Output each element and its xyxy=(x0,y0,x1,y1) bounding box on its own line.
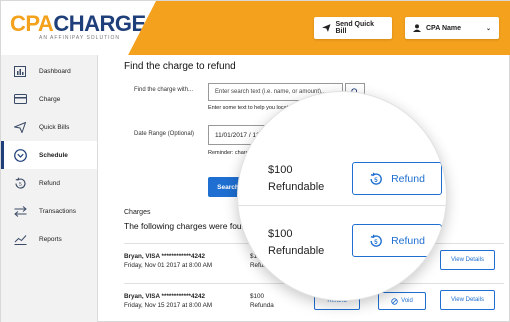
void-button[interactable]: Void xyxy=(378,292,426,310)
logo-tagline: AN AFFINIPAY SOLUTION xyxy=(39,35,121,41)
charge-amount: $100 xyxy=(250,293,265,300)
sidebar-item-label: Quick Bills xyxy=(39,123,70,131)
svg-text:5: 5 xyxy=(374,240,378,246)
zoom-status: Refundable xyxy=(268,180,325,193)
chart-icon xyxy=(12,232,28,246)
sidebar-item-label: Schedule xyxy=(39,151,68,159)
sidebar-item-schedule[interactable]: Schedule xyxy=(1,141,97,169)
charge-date: Friday, Nov 15 2017 at 8:00 AM xyxy=(124,302,213,310)
sidebar-item-quick-bills[interactable]: Quick Bills xyxy=(1,113,97,141)
paper-plane-icon xyxy=(322,24,331,32)
view-details-button[interactable]: View Details xyxy=(440,250,495,270)
sidebar-item-label: Reports xyxy=(39,235,62,243)
chevron-down-icon: ⌄ xyxy=(485,25,491,32)
sidebar-item-label: Dashboard xyxy=(39,67,71,75)
user-name: CPA Name xyxy=(426,24,462,32)
user-menu-button[interactable]: CPA Name ⌄ xyxy=(405,17,499,39)
send-quick-bill-button[interactable]: Send Quick Bill xyxy=(314,17,392,39)
logo-container[interactable]: CPACHARGE AN AFFINIPAY SOLUTION xyxy=(1,1,156,55)
send-icon xyxy=(12,120,28,134)
charge-amount-cell: $100 Refunda xyxy=(250,292,274,311)
zoom-magnifier: $100 Refundable 5 Refund $100 Refundable… xyxy=(237,91,447,301)
charge-date: Friday, Nov 01 2017 at 8:00 AM xyxy=(124,262,213,270)
charges-subheading: The following charges were found xyxy=(124,221,252,231)
send-quick-bill-label: Send Quick Bill xyxy=(335,21,375,35)
date-range-label: Date Range (Optional) xyxy=(134,131,195,137)
view-details-button[interactable]: View Details xyxy=(440,290,495,310)
zoom-amount: $100 xyxy=(268,228,293,240)
logo-charge: CHARGE xyxy=(53,11,146,36)
sidebar-item-label: Refund xyxy=(39,179,60,187)
card-icon xyxy=(12,92,28,106)
sidebar-item-transactions[interactable]: Transactions xyxy=(1,197,97,225)
charge-name: Bryan, VISA ************4242 xyxy=(124,253,205,260)
zoom-status: Refundable xyxy=(268,244,325,257)
dashboard-icon xyxy=(12,64,28,78)
zoom-refund-button[interactable]: 5 Refund xyxy=(352,224,442,257)
chevron-circle-icon xyxy=(12,148,28,162)
charges-heading: Charges xyxy=(124,209,151,216)
page-title: Find the charge to refund xyxy=(124,61,236,72)
refund-icon: 5 xyxy=(370,172,382,185)
sidebar-item-label: Charge xyxy=(39,95,61,103)
zoom-refund-label: Refund xyxy=(391,172,425,185)
refund-icon: 5 xyxy=(370,234,382,247)
sidebar-item-refund[interactable]: 5 Refund xyxy=(1,169,97,197)
zoom-amount-cell: $100 Refundable xyxy=(268,162,324,195)
sidebar-item-label: Transactions xyxy=(39,207,76,215)
sidebar-item-reports[interactable]: Reports xyxy=(1,225,97,253)
zoom-refund-label: Refund xyxy=(391,234,425,247)
zoom-amount: $100 xyxy=(268,164,293,176)
top-header: CPACHARGE AN AFFINIPAY SOLUTION Send Qui… xyxy=(1,1,510,55)
app-frame: CPACHARGE AN AFFINIPAY SOLUTION Send Qui… xyxy=(0,0,510,322)
sidebar-item-charge[interactable]: Charge xyxy=(1,85,97,113)
zoom-divider xyxy=(238,205,446,206)
user-icon xyxy=(413,24,421,32)
svg-text:5: 5 xyxy=(374,178,378,184)
zoom-amount-cell: $100 Refundable xyxy=(268,226,324,259)
sidebar-item-dashboard[interactable]: Dashboard xyxy=(1,57,97,85)
refund-icon: 5 xyxy=(12,176,28,190)
logo: CPACHARGE xyxy=(10,11,146,37)
void-button-label: Void xyxy=(401,298,413,304)
zoom-refund-button[interactable]: 5 Refund xyxy=(352,162,442,195)
svg-text:5: 5 xyxy=(19,182,22,188)
void-icon xyxy=(391,297,398,305)
charge-name: Bryan, VISA ************4242 xyxy=(124,293,205,300)
logo-cpa: CPA xyxy=(10,11,54,36)
charge-customer: Bryan, VISA ************4242 Friday, Nov… xyxy=(124,292,212,311)
charge-customer: Bryan, VISA ************4242 Friday, Nov… xyxy=(124,252,212,271)
sidebar: Dashboard Charge Quick Bills Schedule 5 … xyxy=(1,55,98,322)
transfer-icon xyxy=(12,204,28,218)
charge-status: Refunda xyxy=(250,302,274,310)
search-label: Find the charge with... xyxy=(134,87,194,93)
